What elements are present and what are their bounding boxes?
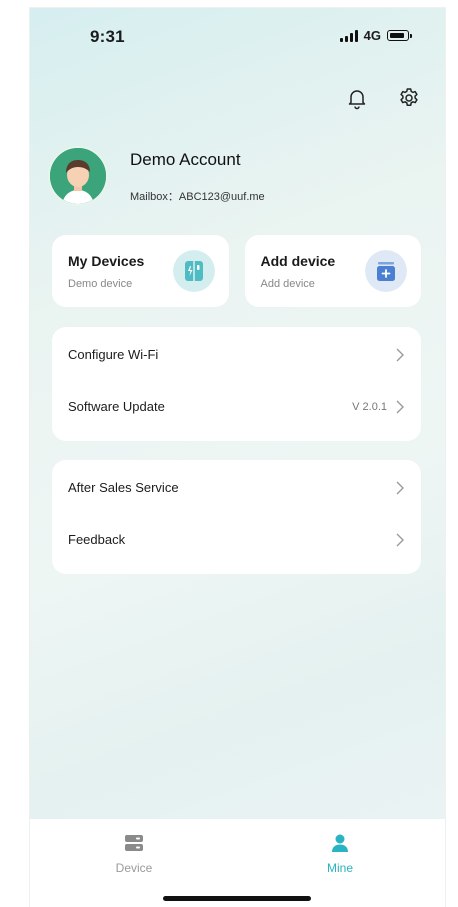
chevron-right-icon [396,400,404,414]
status-bar: 9:31 4G [30,8,445,64]
person-icon [332,834,348,852]
tab-label: Device [115,861,153,875]
after-sales-service-row[interactable]: After Sales Service [52,460,421,512]
phone-screen: 9:31 4G Demo Account Mailbox：ABC123@uuf.… [30,8,445,907]
chevron-right-icon [396,348,404,362]
bell-icon[interactable] [345,86,369,110]
header-actions [345,86,421,110]
profile-section: Demo Account Mailbox：ABC123@uuf.me [48,146,425,216]
configure-wifi-row[interactable]: Configure Wi-Fi [52,327,421,379]
tab-bar: Device Mine [30,819,445,907]
row-label: Configure Wi-Fi [68,347,159,362]
tab-device[interactable]: Device [74,833,194,875]
tab-mine[interactable]: Mine [280,833,400,875]
tab-label: Mine [326,861,353,875]
battery-icon [387,30,412,41]
avatar[interactable] [48,146,108,206]
chevron-right-icon [396,533,404,547]
add-device-card[interactable]: Add device Add device [244,235,421,307]
version-value: V 2.0.1 [352,401,387,413]
add-device-icon [365,250,407,292]
account-mailbox: Mailbox：ABC123@uuf.me [130,191,265,203]
status-icons: 4G [339,28,412,43]
status-time: 9:31 [90,27,125,46]
card-title: Add device [260,253,336,269]
chevron-right-icon [396,481,404,495]
settings-group: Configure Wi-Fi Software Update V 2.0.1 [52,327,421,441]
row-label: Software Update [68,399,165,414]
signal-icon [339,29,358,42]
gear-icon[interactable] [397,86,421,110]
network-type: 4G [363,28,381,43]
account-name: Demo Account [130,150,241,169]
card-subtitle: Demo device [68,278,133,290]
home-indicator [163,896,311,901]
card-title: My Devices [68,253,145,269]
device-icon [172,250,215,292]
row-label: Feedback [68,532,126,547]
device-tab-icon [125,835,143,851]
my-devices-card[interactable]: My Devices Demo device [52,235,229,307]
feedback-row[interactable]: Feedback [52,512,421,564]
card-subtitle: Add device [260,278,315,290]
support-group: After Sales Service Feedback [52,460,421,574]
device-cards: My Devices Demo device Add device Add de… [52,235,421,307]
row-label: After Sales Service [68,480,179,495]
software-update-row[interactable]: Software Update V 2.0.1 [52,379,421,431]
